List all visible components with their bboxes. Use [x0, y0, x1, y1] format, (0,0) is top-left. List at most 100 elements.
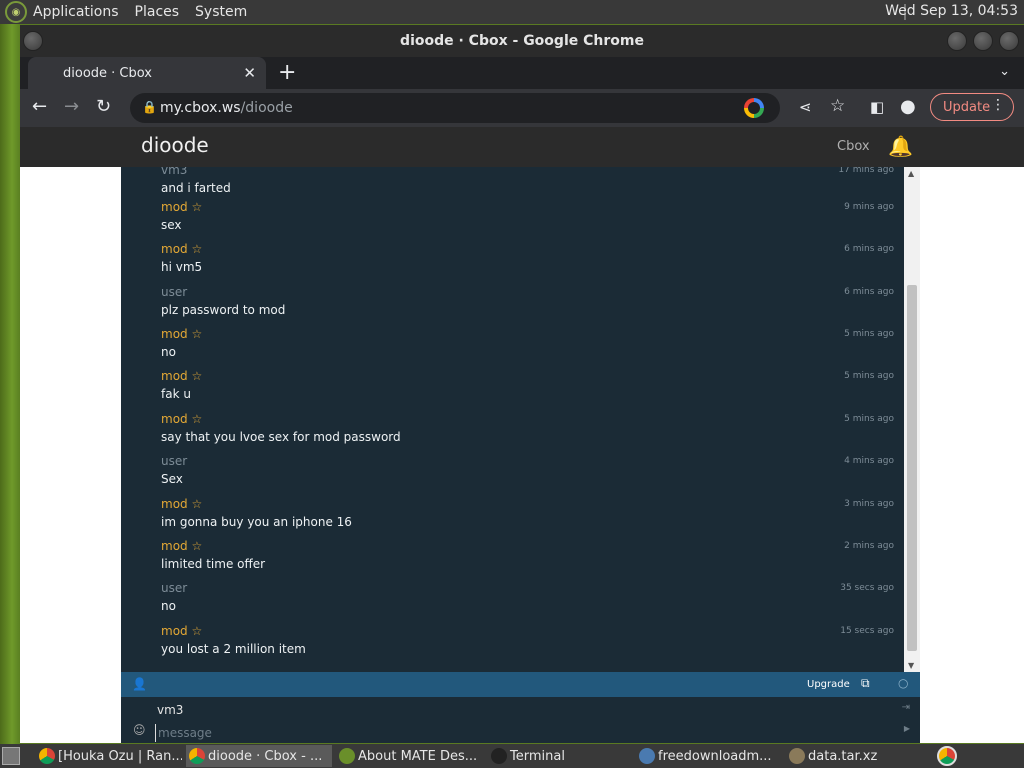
scroll-up-arrow-icon[interactable]: ▲: [908, 169, 914, 178]
mate-icon: [339, 748, 355, 764]
nickname[interactable]: vm3: [157, 703, 183, 717]
lock-icon[interactable]: 🔒: [142, 100, 157, 114]
logout-icon[interactable]: ⇥: [902, 702, 910, 713]
message-time: 15 secs ago: [840, 626, 894, 636]
reload-icon[interactable]: ↻: [96, 96, 111, 117]
message-author[interactable]: mod ☆: [161, 369, 896, 383]
scroll-down-arrow-icon[interactable]: ▼: [908, 661, 914, 670]
send-icon[interactable]: ▶: [904, 724, 910, 733]
taskbar-item-label: About MATE Des...: [358, 748, 478, 764]
mate-logo-icon[interactable]: ◉: [5, 1, 27, 23]
maximize-icon[interactable]: [973, 31, 993, 51]
show-desktop-icon[interactable]: [2, 747, 20, 765]
back-icon[interactable]: ←: [32, 96, 47, 117]
message-author[interactable]: mod ☆: [161, 624, 896, 638]
chat-scrollbar[interactable]: ▲ ▼: [904, 167, 920, 672]
chrome-tray-icon[interactable]: [937, 746, 957, 766]
message-time: 6 mins ago: [844, 287, 894, 297]
message-author[interactable]: mod ☆: [161, 327, 896, 341]
window-titlebar[interactable]: dioode · Cbox - Google Chrome: [20, 25, 1024, 57]
update-button[interactable]: Update ⋮: [930, 93, 1014, 121]
message-text: limited time offer: [161, 557, 266, 571]
menu-system[interactable]: System: [195, 4, 247, 20]
taskbar-item-label: freedownloadm...: [658, 748, 772, 764]
upgrade-link[interactable]: Upgrade: [807, 679, 850, 690]
close-window-icon[interactable]: [999, 31, 1019, 51]
tab-cbox[interactable]: dioode · Cbox ✕: [28, 57, 266, 89]
chat-message: mod ☆ 5 mins ago no: [161, 327, 896, 359]
profile-avatar-icon[interactable]: ●: [900, 96, 916, 117]
message-author[interactable]: user: [161, 285, 896, 299]
taskbar: [Houka Ozu | Ran... dioode · Cbox - ... Ab…: [0, 744, 1024, 768]
external-link-icon[interactable]: ⧉: [861, 676, 870, 691]
chat-messages[interactable]: vm3 17 mins ago and i farted mod ☆ 9 mins ag…: [121, 167, 920, 672]
google-lens-icon[interactable]: [744, 98, 764, 118]
message-time: 17 mins ago: [838, 167, 894, 175]
cbox-brand-link[interactable]: Cbox: [837, 139, 870, 154]
page-content: dioode Cbox 🔔 vm3 17 mins ago and i farted…: [20, 127, 1024, 743]
bookmark-star-icon[interactable]: ☆: [830, 96, 845, 116]
tab-strip: dioode · Cbox ✕ + ⌄: [20, 57, 1024, 89]
menu-places[interactable]: Places: [135, 4, 180, 20]
taskbar-item[interactable]: dioode · Cbox - ...: [186, 745, 332, 767]
emoji-icon[interactable]: ☺: [133, 723, 146, 737]
message-author[interactable]: mod ☆: [161, 412, 896, 426]
update-label: Update: [943, 99, 991, 115]
scroll-thumb[interactable]: [907, 285, 917, 651]
chat-message: user 6 mins ago plz password to mod: [161, 285, 896, 317]
tab-title: dioode · Cbox: [63, 65, 152, 81]
clock[interactable]: Wed Sep 13, 04:53: [885, 3, 1018, 19]
message-author[interactable]: mod ☆: [161, 539, 896, 553]
chat-message: user 35 secs ago no: [161, 581, 896, 613]
taskbar-item[interactable]: Terminal: [488, 745, 634, 767]
new-tab-icon[interactable]: +: [278, 60, 296, 85]
browser-window: dioode · Cbox - Google Chrome dioode · C…: [20, 25, 1024, 743]
user-icon[interactable]: 👤: [132, 677, 147, 691]
page-title: dioode: [141, 133, 209, 157]
chat-message: mod ☆ 5 mins ago say that you lvoe sex for…: [161, 412, 896, 444]
more-menu-icon[interactable]: ⋮: [991, 97, 1005, 113]
message-time: 5 mins ago: [844, 371, 894, 381]
message-text: fak u: [161, 387, 191, 401]
taskbar-item-label: data.tar.xz: [808, 748, 878, 764]
site-header: dioode Cbox 🔔: [20, 127, 1024, 167]
taskbar-item[interactable]: freedownloadm...: [636, 745, 782, 767]
message-author[interactable]: mod ☆: [161, 242, 896, 256]
bell-icon[interactable]: 🔔: [888, 134, 913, 160]
taskbar-item[interactable]: About MATE Des...: [336, 745, 482, 767]
tab-search-chevron-icon[interactable]: ⌄: [999, 64, 1010, 79]
chat-status-bar: 👤 Upgrade ⧉ ○: [121, 672, 920, 697]
message-author[interactable]: vm3: [161, 167, 896, 177]
chat-message: mod ☆ 9 mins ago sex: [161, 200, 896, 232]
message-time: 35 secs ago: [840, 583, 894, 593]
message-author[interactable]: user: [161, 454, 896, 468]
address-bar[interactable]: 🔒 my.cbox.ws/dioode: [130, 93, 780, 123]
message-text: you lost a 2 million item: [161, 642, 306, 656]
message-text: plz password to mod: [161, 303, 286, 317]
top-panel: ◉ Applications Places System Wed Sep 13,…: [0, 0, 1024, 24]
close-tab-icon[interactable]: ✕: [243, 64, 256, 82]
terminal-icon: [491, 748, 507, 764]
minimize-icon[interactable]: [947, 31, 967, 51]
message-author[interactable]: user: [161, 581, 896, 595]
message-author[interactable]: mod ☆: [161, 497, 896, 511]
forward-icon[interactable]: →: [64, 96, 79, 117]
desktop-background: [0, 24, 20, 744]
message-time: 4 mins ago: [844, 456, 894, 466]
window-menu-icon[interactable]: [23, 31, 43, 51]
chat-message: vm3 17 mins ago and i farted: [161, 167, 896, 195]
message-time: 2 mins ago: [844, 541, 894, 551]
archive-icon: [789, 748, 805, 764]
taskbar-item-label: dioode · Cbox - ...: [208, 748, 323, 764]
message-time: 3 mins ago: [844, 499, 894, 509]
message-input[interactable]: [155, 724, 885, 742]
message-text: say that you lvoe sex for mod password: [161, 430, 401, 444]
taskbar-item[interactable]: [Houka Ozu | Ran...: [36, 745, 182, 767]
chat-message: mod ☆ 6 mins ago hi vm5: [161, 242, 896, 274]
side-panel-icon[interactable]: ◧: [870, 98, 884, 116]
share-icon[interactable]: ⋖: [799, 98, 812, 116]
taskbar-item[interactable]: data.tar.xz: [786, 745, 932, 767]
message-author[interactable]: mod ☆: [161, 200, 896, 214]
menu-applications[interactable]: Applications: [33, 4, 119, 20]
message-text: hi vm5: [161, 260, 203, 274]
